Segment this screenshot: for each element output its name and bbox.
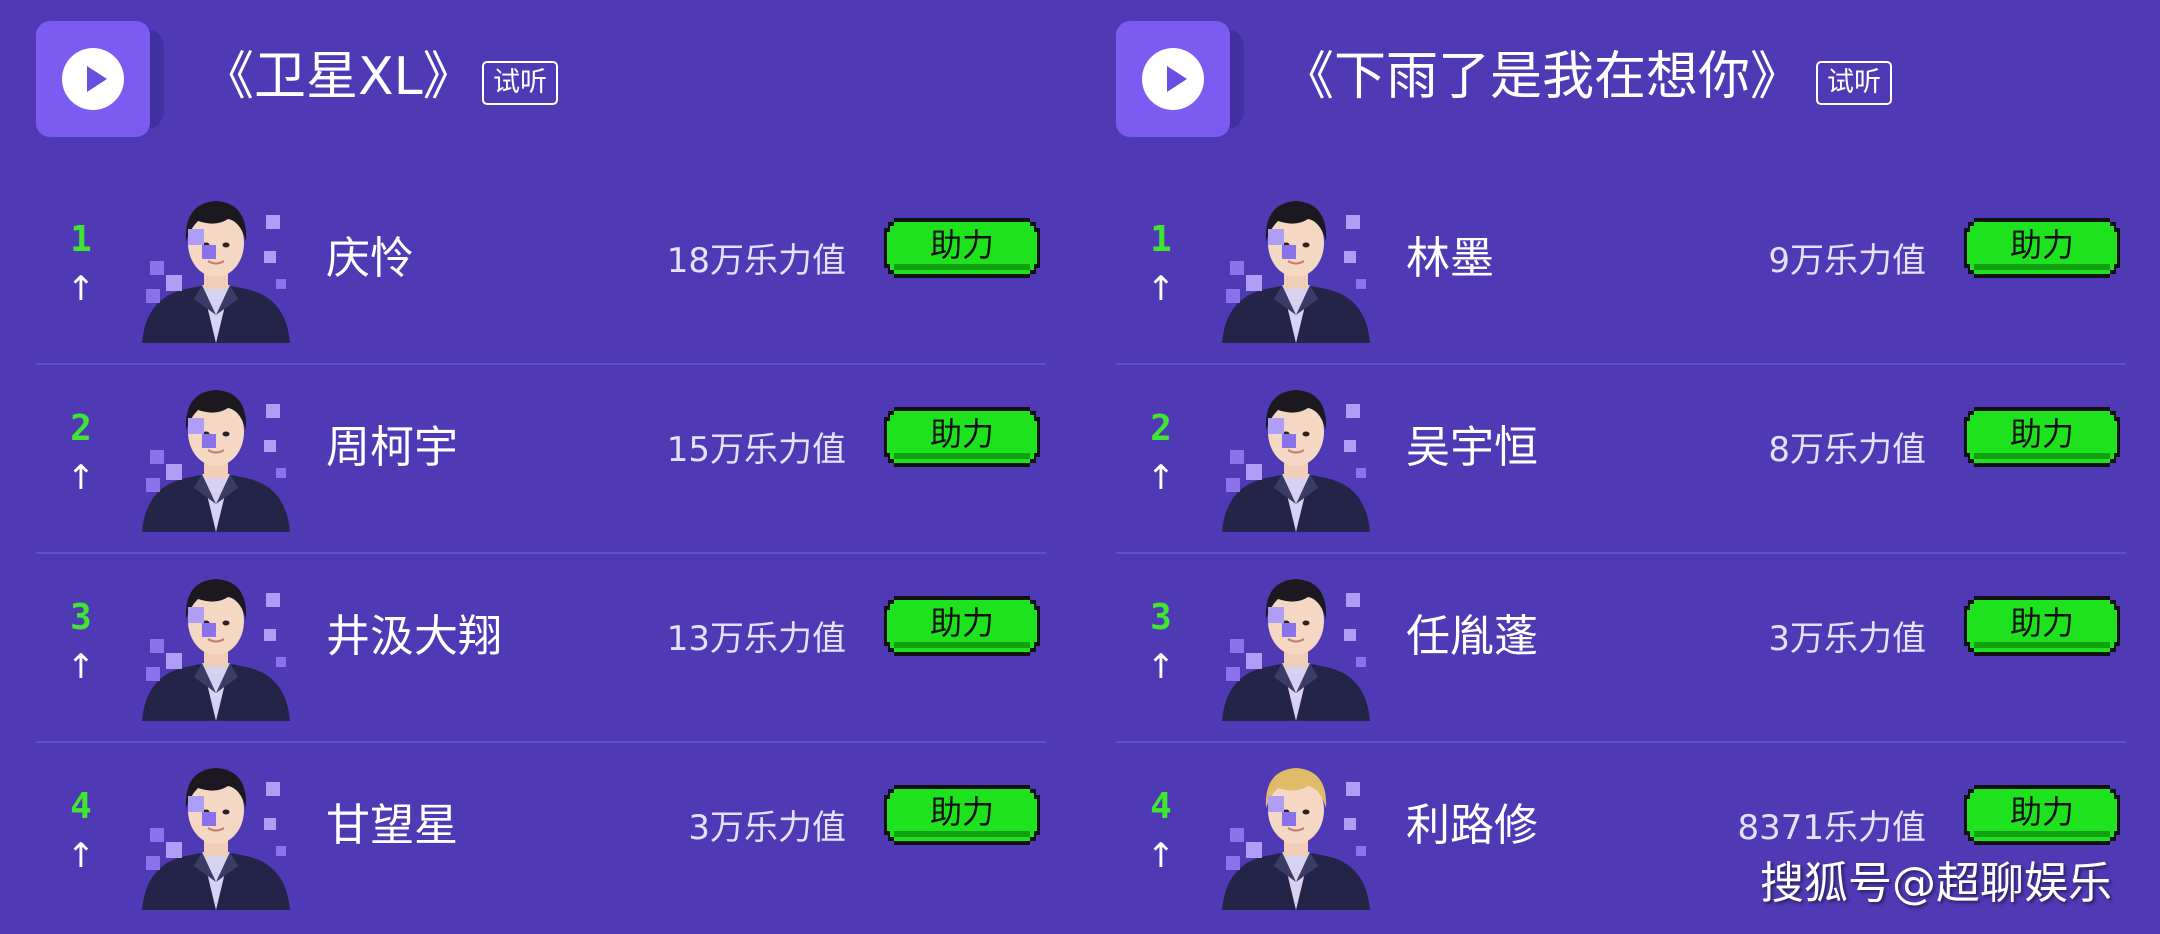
rank-number: 2 <box>70 408 92 449</box>
contestant-name: 甘望星 <box>326 800 458 851</box>
power-value: 3万乐力值 <box>688 808 846 848</box>
divider <box>36 363 1046 365</box>
avatar <box>136 378 296 532</box>
boost-button[interactable]: 助力 <box>1962 214 2122 282</box>
watermark: 搜狐号@超聊娱乐 <box>1760 858 2112 909</box>
boost-label: 助力 <box>929 793 994 831</box>
ranking-row: 3 ↑ 井汲大翔 13万乐力值 助力 <box>36 555 1046 743</box>
song-title: 《卫星XL》 <box>202 47 475 107</box>
contestant-name: 任胤蓬 <box>1406 611 1538 662</box>
contestant-name: 周柯宇 <box>326 422 458 473</box>
ranking-row: 2 ↑ 周柯宇 15万乐力值 助力 <box>36 366 1046 554</box>
up-arrow-icon: ↑ <box>1146 836 1176 876</box>
chart-panel-right: 《下雨了是我在想你》 试听 1 ↑ 林墨 9万乐力值 助力 2 ↑ 吴宇恒 8万… <box>1116 0 2128 934</box>
boost-label: 助力 <box>2009 604 2074 642</box>
divider <box>36 552 1046 554</box>
contestant-name: 利路修 <box>1406 800 1538 851</box>
rank-number: 3 <box>1150 597 1172 638</box>
avatar <box>1216 189 1376 343</box>
power-value: 18万乐力值 <box>666 241 846 281</box>
boost-label: 助力 <box>2009 415 2074 453</box>
avatar <box>136 189 296 343</box>
up-arrow-icon: ↑ <box>66 836 96 876</box>
ranking-row: 4 ↑ 甘望星 3万乐力值 助力 <box>36 744 1046 932</box>
boost-label: 助力 <box>929 226 994 264</box>
up-arrow-icon: ↑ <box>66 269 96 309</box>
rank-number: 3 <box>70 597 92 638</box>
boost-label: 助力 <box>2009 793 2074 831</box>
divider <box>1116 741 2126 743</box>
play-icon <box>1142 48 1204 110</box>
up-arrow-icon: ↑ <box>1146 269 1176 309</box>
ranking-row: 1 ↑ 林墨 9万乐力值 助力 <box>1116 177 2126 365</box>
avatar <box>1216 567 1376 721</box>
up-arrow-icon: ↑ <box>66 458 96 498</box>
boost-label: 助力 <box>2009 226 2074 264</box>
contestant-name: 庆怜 <box>326 233 414 284</box>
contestant-name: 井汲大翔 <box>326 611 502 662</box>
play-button[interactable] <box>1116 21 1244 137</box>
divider <box>1116 552 2126 554</box>
power-value: 15万乐力值 <box>666 430 846 470</box>
rank-number: 4 <box>70 786 92 827</box>
rank-number: 4 <box>1150 786 1172 827</box>
ranking-row: 3 ↑ 任胤蓬 3万乐力值 助力 <box>1116 555 2126 743</box>
ranking-row: 2 ↑ 吴宇恒 8万乐力值 助力 <box>1116 366 2126 554</box>
boost-button[interactable]: 助力 <box>882 781 1042 849</box>
power-value: 8371乐力值 <box>1737 808 1926 848</box>
contestant-name: 吴宇恒 <box>1406 422 1538 473</box>
song-header: 《下雨了是我在想你》 试听 <box>1116 21 2128 137</box>
up-arrow-icon: ↑ <box>1146 647 1176 687</box>
boost-button[interactable]: 助力 <box>882 403 1042 471</box>
power-value: 13万乐力值 <box>666 619 846 659</box>
rank-number: 1 <box>70 219 92 260</box>
preview-button[interactable]: 试听 <box>1816 61 1892 105</box>
play-icon <box>62 48 124 110</box>
avatar <box>136 756 296 910</box>
rank-number: 1 <box>1150 219 1172 260</box>
boost-label: 助力 <box>929 604 994 642</box>
divider <box>1116 363 2126 365</box>
rank-number: 2 <box>1150 408 1172 449</box>
up-arrow-icon: ↑ <box>1146 458 1176 498</box>
power-value: 9万乐力值 <box>1768 241 1926 281</box>
boost-button[interactable]: 助力 <box>1962 403 2122 471</box>
avatar <box>1216 378 1376 532</box>
boost-button[interactable]: 助力 <box>1962 592 2122 660</box>
avatar <box>1216 756 1376 910</box>
avatar <box>136 567 296 721</box>
song-title: 《下雨了是我在想你》 <box>1282 47 1803 107</box>
play-button[interactable] <box>36 21 164 137</box>
up-arrow-icon: ↑ <box>66 647 96 687</box>
power-value: 3万乐力值 <box>1768 619 1926 659</box>
boost-button[interactable]: 助力 <box>1962 781 2122 849</box>
power-value: 8万乐力值 <box>1768 430 1926 470</box>
divider <box>36 741 1046 743</box>
boost-button[interactable]: 助力 <box>882 592 1042 660</box>
contestant-name: 林墨 <box>1406 233 1494 284</box>
preview-button[interactable]: 试听 <box>482 61 558 105</box>
chart-panel-left: 《卫星XL》 试听 1 ↑ 庆怜 18万乐力值 助力 2 ↑ 周柯宇 15万乐力… <box>36 0 1048 934</box>
boost-button[interactable]: 助力 <box>882 214 1042 282</box>
boost-label: 助力 <box>929 415 994 453</box>
song-header: 《卫星XL》 试听 <box>36 21 1048 137</box>
ranking-row: 1 ↑ 庆怜 18万乐力值 助力 <box>36 177 1046 365</box>
